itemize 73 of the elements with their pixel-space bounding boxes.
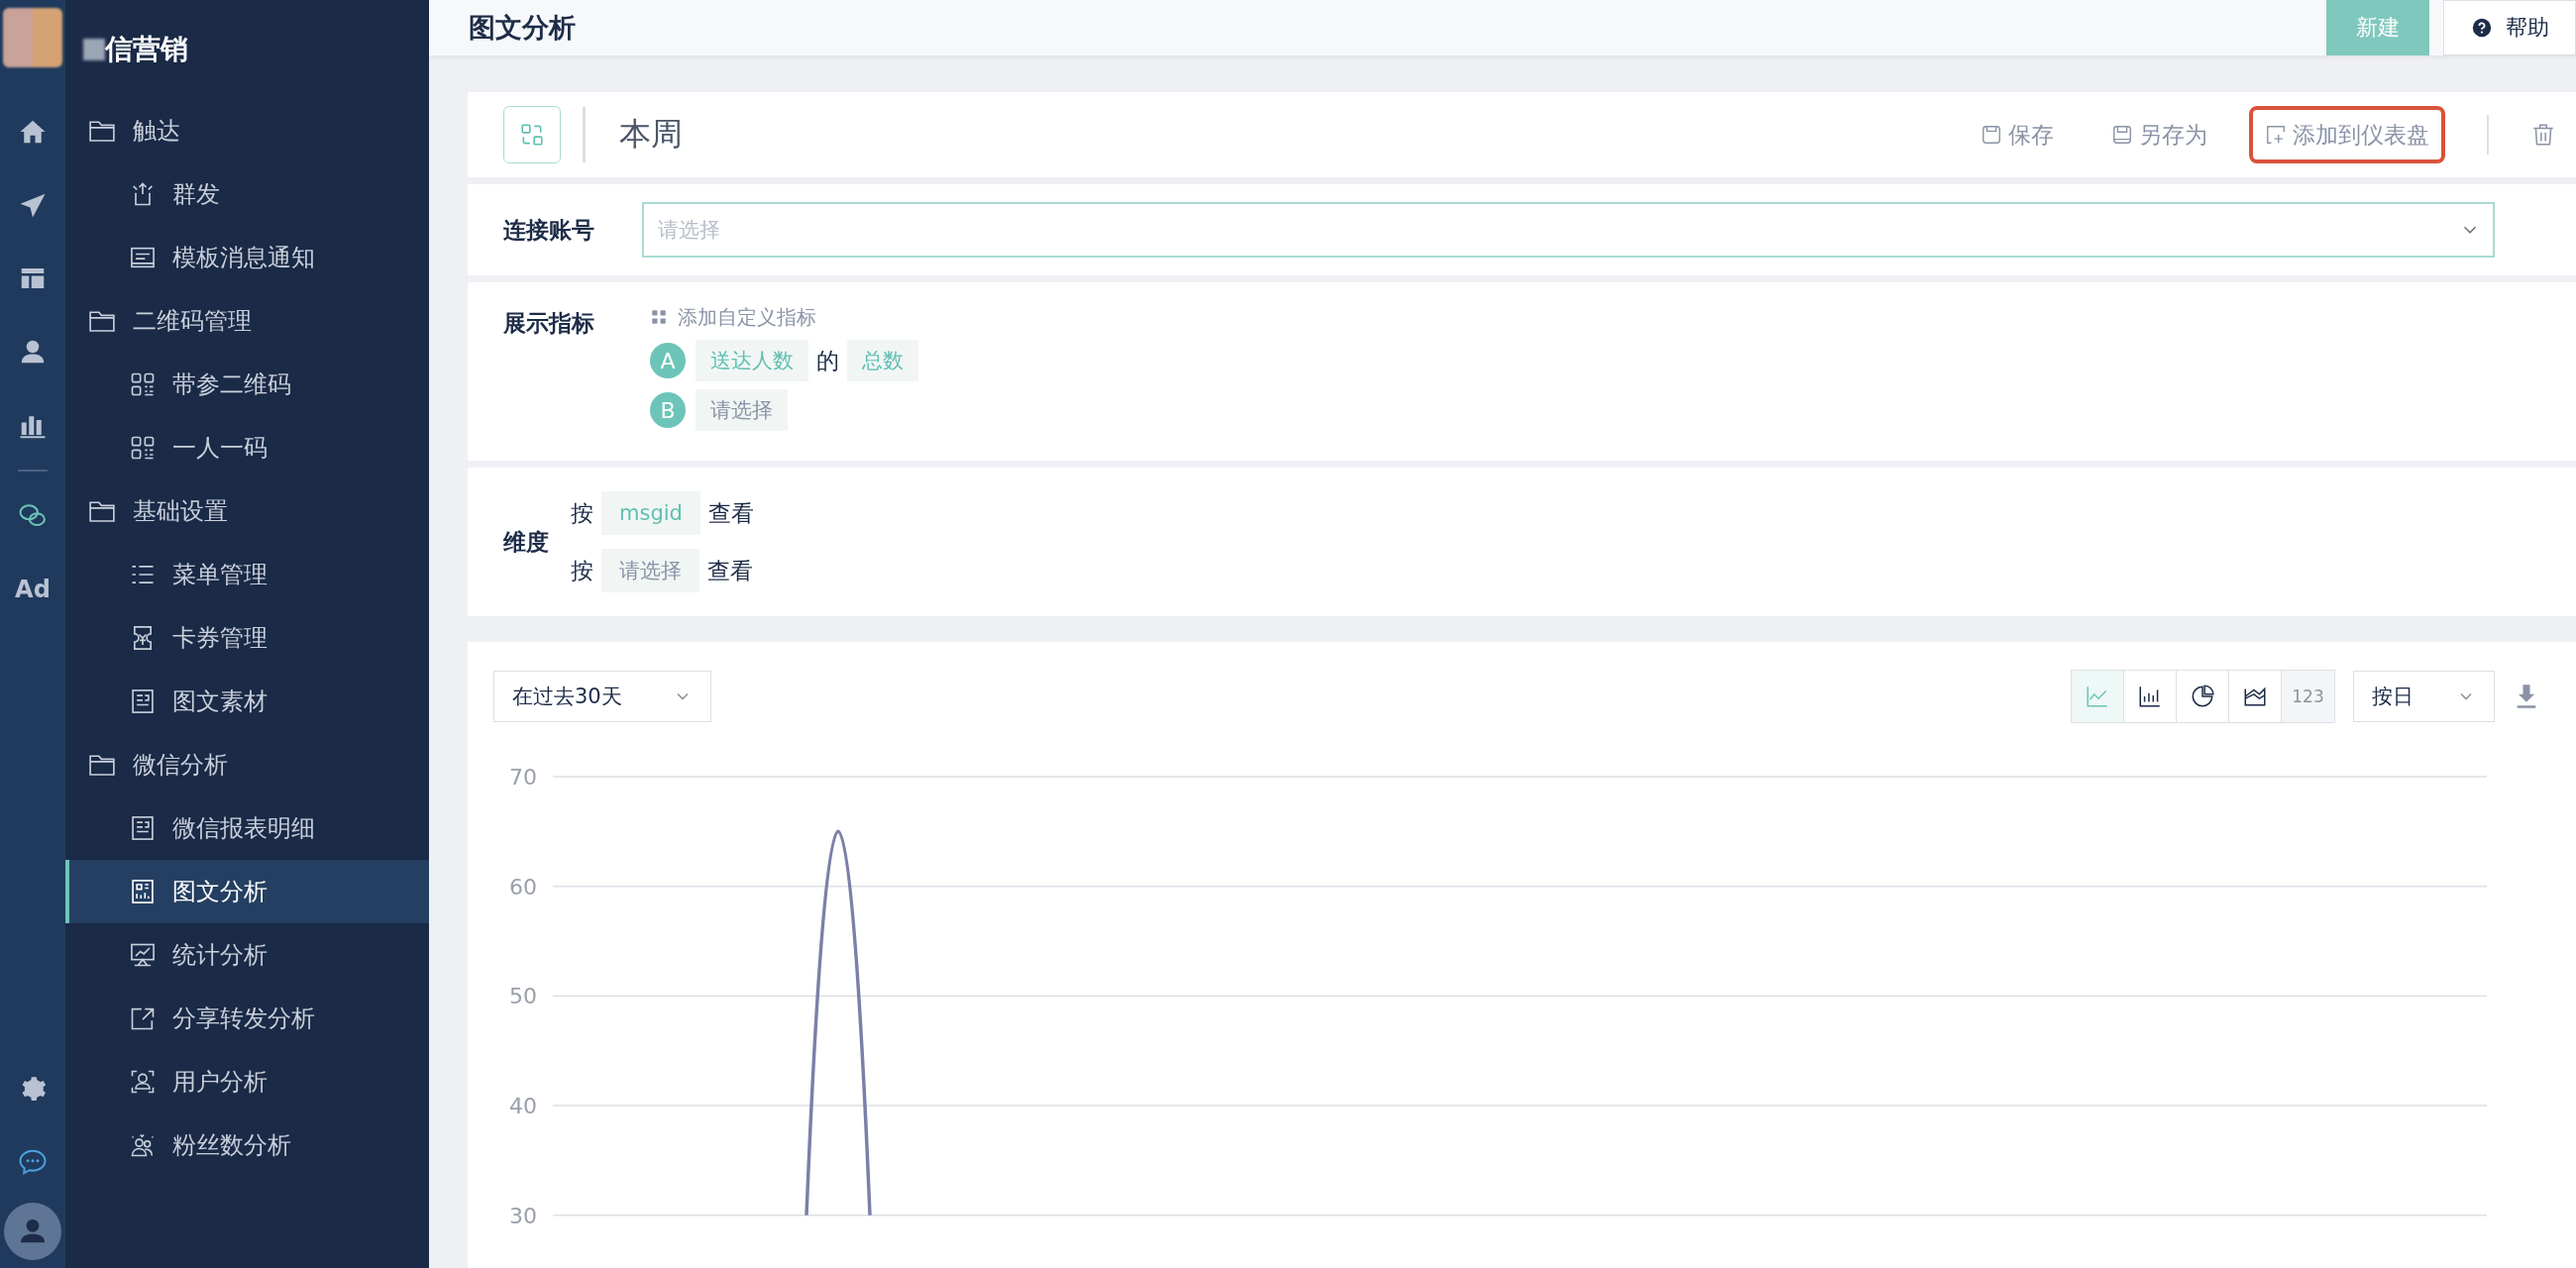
sidebar-group[interactable]: 微信分析 (65, 733, 429, 796)
sidebar-item[interactable]: 微信报表明细 (65, 796, 429, 860)
swap-toggle-button[interactable] (503, 106, 561, 163)
joiner-text: 的 (815, 346, 840, 375)
item-label: 图文素材 (172, 687, 268, 717)
group-label: 微信分析 (133, 750, 228, 781)
y-axis-label: 30 (509, 1203, 537, 1228)
user-icon (129, 1068, 157, 1096)
sidebar-item[interactable]: 菜单管理 (65, 543, 429, 606)
item-label: 一人一码 (172, 433, 268, 464)
item-label: 图文分析 (172, 877, 268, 907)
trash-icon[interactable] (2530, 122, 2556, 148)
y-axis-label: 40 (509, 1094, 537, 1119)
y-axis-label: 60 (509, 874, 537, 899)
grid-icon (650, 308, 668, 326)
add-frame-icon (2265, 124, 2287, 146)
report-icon (129, 878, 157, 905)
sidebar-item[interactable]: 卡券管理 (65, 606, 429, 670)
qrcode-icon (129, 370, 157, 398)
sidebar-item[interactable]: 统计分析 (65, 923, 429, 987)
dimension-label: 维度 (503, 527, 549, 557)
group-label: 触达 (133, 116, 180, 147)
sidebar-item[interactable]: 群发 (65, 162, 429, 226)
sidebar-item[interactable]: 用户分析 (65, 1050, 429, 1113)
article-icon (129, 687, 157, 715)
account-select[interactable]: 请选择 (642, 202, 2495, 258)
sidebar-item[interactable]: 带参二维码 (65, 353, 429, 416)
sidebar-group[interactable]: 基础设置 (65, 479, 429, 543)
metrics-label: 展示指标 (503, 309, 595, 338)
help-button[interactable]: 帮助 (2443, 0, 2576, 55)
logo-placeholder (3, 8, 62, 67)
item-label: 分享转发分析 (172, 1004, 315, 1034)
sidebar-item[interactable]: 模板消息通知 (65, 226, 429, 289)
by-text: 按 (570, 556, 594, 585)
metric-letter-badge: A (650, 343, 686, 378)
group-label: 二维码管理 (133, 306, 252, 337)
item-label: 微信报表明细 (172, 813, 315, 844)
item-label: 粉丝数分析 (172, 1130, 291, 1161)
stats-icon (129, 941, 157, 969)
item-label: 菜单管理 (172, 560, 268, 590)
by-text: 按 (570, 498, 594, 528)
obscured-logo-mark (83, 39, 105, 60)
swap-icon (519, 122, 545, 148)
view-text: 查看 (706, 498, 755, 528)
item-label: 卡券管理 (172, 623, 268, 654)
y-axis-label: 70 (509, 765, 537, 790)
y-axis-label: 50 (509, 984, 537, 1009)
item-label: 用户分析 (172, 1067, 268, 1098)
sidebar-group[interactable]: 触达 (65, 99, 429, 162)
account-label: 连接账号 (503, 215, 595, 245)
sidebar-item[interactable]: 一人一码 (65, 416, 429, 479)
help-icon (2472, 18, 2492, 38)
ad-nav-button[interactable]: Ad (0, 553, 65, 626)
report-name: 本周 (619, 114, 683, 155)
view-text: 查看 (706, 556, 754, 585)
article-icon (129, 814, 157, 842)
qrcode-icon (129, 434, 157, 462)
item-label: 群发 (172, 179, 220, 210)
sidebar-group[interactable]: 二维码管理 (65, 289, 429, 353)
sidebar-item[interactable]: 图文分析 (65, 860, 429, 923)
item-label: 带参二维码 (172, 370, 291, 400)
app-title: 信营销 (105, 32, 188, 67)
group-label: 基础设置 (133, 496, 228, 527)
granularity-dropdown[interactable]: 按日 (2353, 671, 2495, 722)
item-label: 模板消息通知 (172, 243, 315, 273)
sidebar-item[interactable]: 分享转发分析 (65, 987, 429, 1050)
item-label: 统计分析 (172, 940, 268, 971)
sidebar-item[interactable]: 粉丝数分析 (65, 1113, 429, 1177)
metric-letter-badge: B (650, 392, 686, 428)
page-title: 图文分析 (469, 11, 576, 45)
fans-icon (129, 1131, 157, 1159)
date-range-dropdown[interactable]: 在过去30天 (493, 671, 711, 722)
sidebar-item[interactable]: 图文素材 (65, 670, 429, 733)
